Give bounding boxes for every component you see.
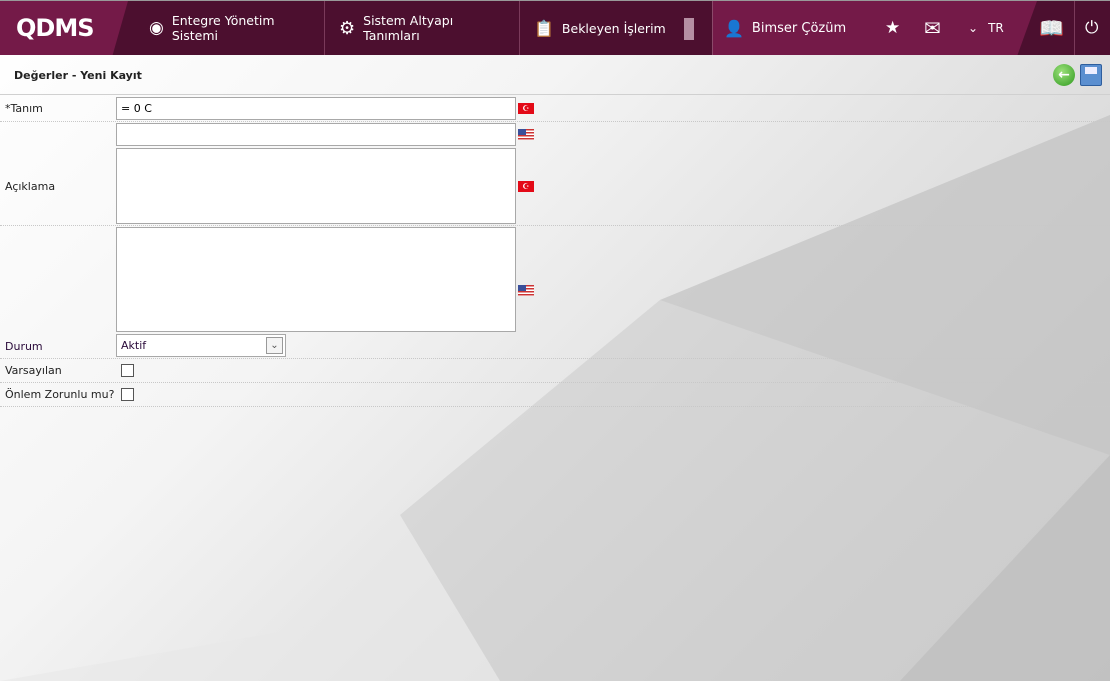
varsayilan-checkbox[interactable] [121, 364, 134, 377]
us-flag-icon [518, 129, 534, 140]
clipboard-icon: 📋 [534, 18, 554, 38]
chevron-down-icon: ⌄ [968, 21, 979, 35]
gear-icon: ⚙ [339, 17, 356, 39]
star-icon[interactable]: ★ [885, 1, 900, 55]
tanim-tr-input[interactable] [116, 97, 516, 120]
back-button[interactable]: ← [1053, 64, 1075, 86]
varsayilan-label: Varsayılan [5, 364, 62, 377]
save-button[interactable] [1080, 64, 1102, 86]
aciklama-tr-textarea[interactable] [116, 148, 516, 224]
q-icon: ◉ [149, 18, 164, 38]
save-icon [1085, 67, 1097, 74]
user-icon: 👤 [724, 18, 744, 38]
turkish-flag-icon: ☪ [518, 181, 534, 192]
tanim-en-input[interactable] [116, 123, 516, 146]
aciklama-label: Açıklama [5, 180, 56, 193]
aciklama-en-textarea[interactable] [116, 227, 516, 332]
power-icon[interactable]: ⏻ [1085, 1, 1098, 55]
nav-entegre[interactable]: ◉ Entegre Yönetim Sistemi [135, 1, 325, 55]
qdms-logo[interactable]: QDMS [0, 1, 128, 55]
mail-icon[interactable]: ✉ [924, 1, 941, 55]
help-book-icon[interactable]: 📖 [1039, 1, 1064, 55]
durum-select[interactable]: Aktif ⌄ [116, 334, 286, 357]
language-select[interactable]: ⌄ TR [968, 1, 1004, 55]
onlem-checkbox[interactable] [121, 388, 134, 401]
nav-scroll-handle[interactable] [684, 18, 694, 40]
user-menu[interactable]: 👤 Bimser Çözüm [724, 1, 846, 55]
onlem-label: Önlem Zorunlu mu? [5, 388, 115, 401]
chevron-down-icon: ⌄ [266, 337, 283, 354]
durum-label: Durum [5, 340, 43, 353]
tanim-label: *Tanım [5, 102, 43, 115]
us-flag-icon [518, 285, 534, 296]
turkish-flag-icon: ☪ [518, 103, 534, 114]
page-title: Değerler - Yeni Kayıt [14, 69, 142, 82]
nav-bekleyen[interactable]: 📋 Bekleyen İşlerim [520, 1, 680, 55]
nav-sistem[interactable]: ⚙ Sistem Altyapı Tanımları [325, 1, 520, 55]
top-bar: QDMS ◉ Entegre Yönetim Sistemi ⚙ Sistem Al… [0, 0, 1110, 55]
